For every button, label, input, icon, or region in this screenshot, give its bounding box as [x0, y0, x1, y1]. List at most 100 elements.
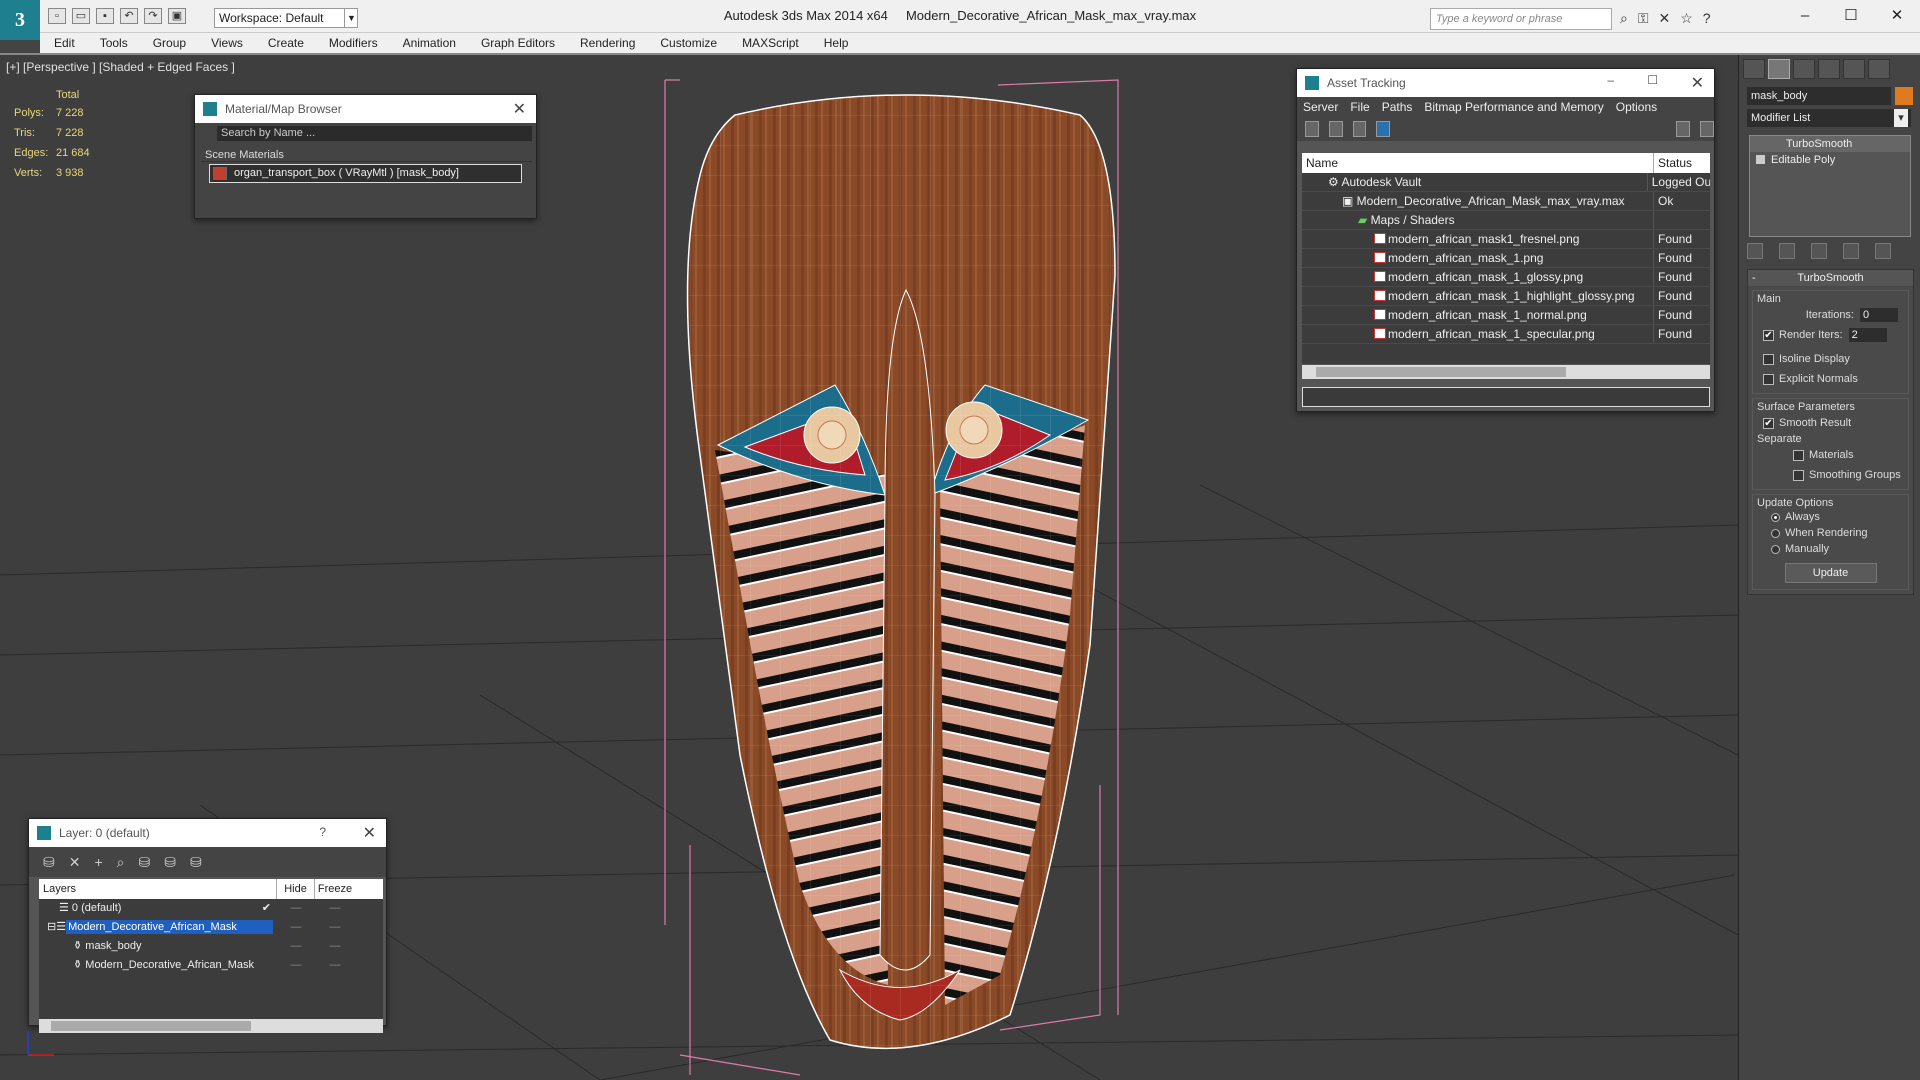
table-row[interactable]: ▣ Modern_Decorative_African_Mask_max_vra…	[1302, 192, 1710, 211]
freeze-toggle[interactable]: —	[315, 899, 355, 918]
iterations-spinner[interactable]: 0	[1860, 308, 1898, 322]
search-input[interactable]: Search by Name ...	[217, 126, 532, 141]
column-header-hide[interactable]: Hide	[277, 879, 315, 899]
manually-radio[interactable]	[1771, 544, 1780, 554]
create-layer-icon[interactable]: ⛁	[43, 854, 55, 871]
modifier-list-dropdown[interactable]: Modifier List	[1747, 109, 1911, 127]
hide-toggle[interactable]: —	[277, 899, 315, 918]
menu-tools[interactable]: Tools	[100, 36, 128, 50]
menu-edit[interactable]: Edit	[54, 36, 75, 50]
select-in-layer-icon[interactable]: ⌕	[117, 854, 125, 871]
smooth-result-checkbox[interactable]: ✔	[1763, 417, 1774, 429]
column-header-status[interactable]: Status	[1654, 153, 1692, 173]
viewport-label[interactable]: [+] [Perspective ] [Shaded + Edged Faces…	[6, 60, 235, 74]
table-row[interactable]: ▰ Maps / Shaders	[1302, 211, 1710, 230]
table-row[interactable]: modern_african_mask_1_specular.png Found	[1302, 325, 1710, 344]
modify-tab-icon[interactable]	[1768, 59, 1790, 79]
help-icon[interactable]: ?	[319, 825, 326, 839]
binoculars-icon[interactable]: ⌕	[1620, 10, 1628, 27]
remove-modifier-icon[interactable]	[1843, 243, 1859, 259]
freeze-toggle[interactable]: —	[315, 937, 355, 956]
star-icon[interactable]: ☆	[1680, 10, 1693, 27]
hide-toggle[interactable]: —	[277, 956, 315, 975]
table-row[interactable]: ☰ 0 (default) ✔ — —	[39, 899, 383, 918]
minimize-icon[interactable]: –	[1607, 73, 1614, 87]
menu-server[interactable]: Server	[1303, 100, 1338, 114]
menu-bitmap-performance[interactable]: Bitmap Performance and Memory	[1424, 100, 1603, 114]
isoline-checkbox[interactable]	[1763, 353, 1774, 365]
app-logo-icon[interactable]: 3	[0, 0, 40, 40]
exchange-icon[interactable]: ✕	[1659, 10, 1671, 27]
table-row[interactable]: ⊟☰Modern_Decorative_African_Mask▢——	[39, 918, 383, 937]
table-row[interactable]: modern_african_mask_1_normal.png Found	[1302, 306, 1710, 325]
display-tab-icon[interactable]	[1843, 59, 1865, 79]
hide-all-icon[interactable]: ⛁	[164, 854, 176, 871]
hide-toggle[interactable]: —	[277, 918, 315, 937]
table-row[interactable]: modern_african_mask_1_highlight_glossy.p…	[1302, 287, 1710, 306]
menu-help[interactable]: Help	[824, 36, 849, 50]
menu-customize[interactable]: Customize	[660, 36, 717, 50]
rollout-header[interactable]: TurboSmooth	[1748, 270, 1913, 286]
column-header-freeze[interactable]: Freeze	[315, 879, 355, 899]
african-mask-model[interactable]	[686, 94, 1116, 1050]
menu-group[interactable]: Group	[153, 36, 186, 50]
minimize-icon[interactable]: –	[1782, 0, 1828, 32]
table-row[interactable]: modern_african_mask_1.png Found	[1302, 249, 1710, 268]
panel-header[interactable]: Layer: 0 (default) ? ✕	[29, 819, 386, 847]
table-row[interactable]: modern_african_mask_1_glossy.png Found	[1302, 268, 1710, 287]
hierarchy-tab-icon[interactable]	[1793, 59, 1815, 79]
active-check-icon[interactable]: ✔	[262, 899, 271, 918]
menu-options[interactable]: Options	[1616, 100, 1657, 114]
menu-graph-editors[interactable]: Graph Editors	[481, 36, 555, 50]
show-end-result-icon[interactable]	[1779, 243, 1795, 259]
object-name-field[interactable]: mask_body	[1747, 87, 1891, 105]
always-radio[interactable]	[1771, 512, 1780, 522]
menu-views[interactable]: Views	[211, 36, 243, 50]
table-row[interactable]: ⚙ Autodesk Vault Logged Ou	[1302, 173, 1710, 192]
scrollbar-thumb[interactable]	[1316, 367, 1566, 377]
maximize-icon[interactable]: ☐	[1828, 0, 1874, 32]
stack-item-turbosmooth[interactable]: TurboSmooth	[1750, 136, 1910, 152]
path-input[interactable]	[1302, 387, 1710, 407]
delete-layer-icon[interactable]: ✕	[69, 854, 81, 871]
when-rendering-radio[interactable]	[1771, 528, 1780, 538]
menu-rendering[interactable]: Rendering	[580, 36, 635, 50]
render-iters-spinner[interactable]: 2	[1848, 328, 1887, 342]
freeze-all-icon[interactable]: ⛁	[190, 854, 202, 871]
table-row[interactable]: ⚱ Modern_Decorative_African_Mask — —	[39, 956, 383, 975]
material-item[interactable]: organ_transport_box ( VRayMtl ) [mask_bo…	[209, 164, 522, 183]
menu-modifiers[interactable]: Modifiers	[329, 36, 378, 50]
add-to-layer-icon[interactable]: +	[94, 854, 102, 870]
search-input[interactable]: Type a keyword or phrase	[1430, 8, 1612, 30]
freeze-toggle[interactable]: —	[315, 956, 355, 975]
close-icon[interactable]: ✕	[1874, 0, 1920, 32]
vault-icon[interactable]	[1700, 121, 1714, 137]
table-row[interactable]: modern_african_mask1_fresnel.png Found	[1302, 230, 1710, 249]
explicit-normals-checkbox[interactable]	[1763, 373, 1774, 385]
hide-toggle[interactable]: —	[277, 937, 315, 956]
menu-maxscript[interactable]: MAXScript	[742, 36, 799, 50]
configure-sets-icon[interactable]	[1875, 243, 1891, 259]
table-view-icon[interactable]	[1376, 121, 1391, 137]
close-icon[interactable]: ✕	[1691, 73, 1704, 93]
menu-paths[interactable]: Paths	[1382, 100, 1413, 114]
refresh-icon[interactable]	[1305, 121, 1319, 137]
close-icon[interactable]: ✕	[513, 99, 526, 119]
panel-header[interactable]: Asset Tracking – ☐ ✕	[1297, 69, 1714, 97]
menu-animation[interactable]: Animation	[403, 36, 456, 50]
menu-file[interactable]: File	[1350, 100, 1369, 114]
key-icon[interactable]: ⚿	[1638, 10, 1649, 27]
maximize-icon[interactable]: ☐	[1647, 73, 1658, 87]
object-color-swatch[interactable]	[1895, 87, 1913, 105]
utilities-tab-icon[interactable]	[1868, 59, 1890, 79]
pin-stack-icon[interactable]	[1747, 243, 1763, 259]
scrollbar-thumb[interactable]	[51, 1021, 251, 1031]
horizontal-scrollbar[interactable]	[1302, 365, 1710, 379]
expand-icon[interactable]: ⊟	[47, 921, 56, 933]
help-icon[interactable]	[1676, 121, 1691, 137]
highlight-layer-icon[interactable]: ⛁	[139, 854, 151, 871]
close-icon[interactable]: ✕	[363, 823, 376, 843]
scene-materials-group[interactable]: Scene Materials	[201, 149, 532, 162]
list-view-icon[interactable]	[1328, 121, 1343, 137]
table-row[interactable]: ⚱ mask_body — —	[39, 937, 383, 956]
